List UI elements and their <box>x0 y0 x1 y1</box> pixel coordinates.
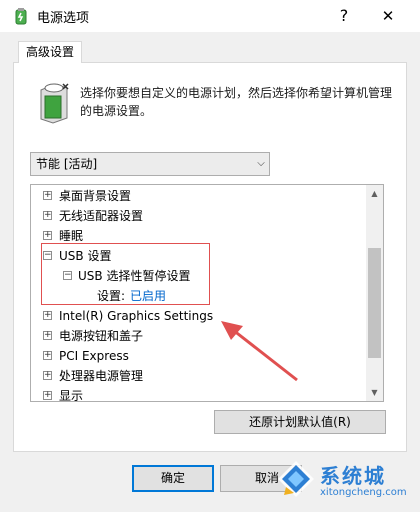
ok-button[interactable]: 确定 <box>132 465 214 492</box>
tab-advanced-settings[interactable]: 高级设置 <box>18 41 82 63</box>
scrollbar-thumb[interactable] <box>368 248 381 358</box>
expand-plus-icon[interactable]: + <box>43 391 52 400</box>
help-button[interactable]: ? <box>328 0 360 32</box>
description-line-2: 的电源设置。 <box>80 104 153 118</box>
tree-item-label: 无线适配器设置 <box>59 209 144 223</box>
expand-plus-icon[interactable]: + <box>43 371 52 380</box>
watermark-logo-icon <box>276 459 316 499</box>
restore-defaults-button[interactable]: 还原计划默认值(R) <box>214 410 386 434</box>
annotation-highlight-box <box>41 243 210 305</box>
expand-plus-icon[interactable]: + <box>43 331 52 340</box>
expand-plus-icon[interactable]: + <box>43 351 52 360</box>
expand-plus-icon[interactable]: + <box>43 311 52 320</box>
tree-item-label: 电源按钮和盖子 <box>59 329 144 343</box>
power-plan-select[interactable]: 节能 [活动] <box>30 152 270 176</box>
description-line-1: 选择你要想自定义的电源计划，然后选择你希望计算机管理 <box>80 86 393 100</box>
window-title: 电源选项 <box>37 11 90 26</box>
tree-item-label: Intel(R) Graphics Settings <box>59 309 214 323</box>
expand-plus-icon[interactable]: + <box>43 211 52 220</box>
expand-plus-icon[interactable]: + <box>43 231 52 240</box>
watermark-title: 系统城 <box>320 464 386 488</box>
expand-plus-icon[interactable]: + <box>43 191 52 200</box>
watermark-url: xitongcheng.com <box>320 487 407 498</box>
scroll-down-arrow-icon[interactable]: ▼ <box>366 384 383 401</box>
chevron-down-icon[interactable]: ⌵ <box>252 152 270 176</box>
scroll-up-arrow-icon[interactable]: ▲ <box>366 185 383 202</box>
tree-item-label: 桌面背景设置 <box>59 189 132 203</box>
tree-item-label: PCI Express <box>59 349 129 363</box>
close-button[interactable]: ✕ <box>372 0 404 32</box>
tree-item-label: 显示 <box>59 389 84 402</box>
annotation-arrow-icon <box>215 316 305 386</box>
power-options-icon <box>11 6 31 26</box>
tree-item-label: 处理器电源管理 <box>59 369 144 383</box>
battery-icon <box>37 80 71 124</box>
